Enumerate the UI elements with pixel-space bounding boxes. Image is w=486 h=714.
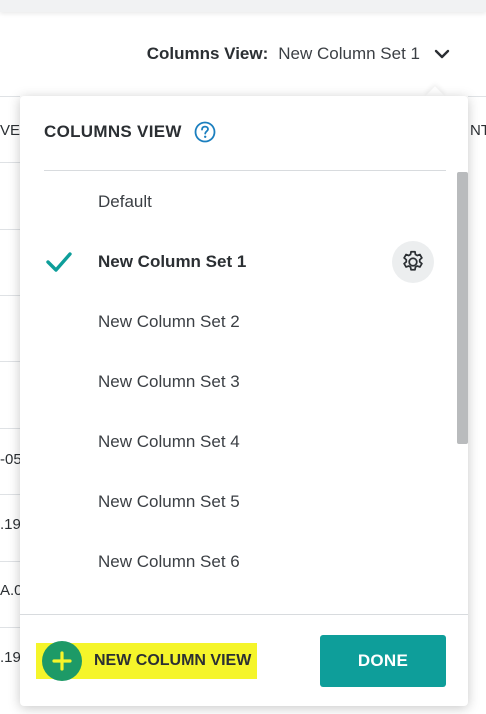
column-set-item-5[interactable]: New Column Set 5 [20, 472, 456, 532]
table-cell: NT [470, 122, 486, 139]
column-set-item-4[interactable]: New Column Set 4 [20, 412, 456, 472]
column-set-list: Default New Column Set 1 New Column Set … [20, 172, 456, 614]
checkmark-icon [44, 247, 74, 277]
column-set-item-1[interactable]: New Column Set 1 [20, 232, 456, 292]
new-column-view-label: NEW COLUMN VIEW [94, 652, 252, 669]
list-item-label: New Column Set 3 [98, 372, 240, 391]
table-cell: .19 [0, 649, 21, 666]
column-set-item-default[interactable]: Default [20, 172, 456, 232]
list-item-label: New Column Set 5 [98, 492, 240, 511]
column-set-item-3[interactable]: New Column Set 3 [20, 352, 456, 412]
popover-footer: NEW COLUMN VIEW DONE [20, 615, 468, 706]
list-item-label: New Column Set 4 [98, 432, 240, 451]
chevron-down-icon[interactable] [430, 42, 454, 66]
done-button[interactable]: DONE [320, 635, 446, 687]
table-divider [0, 494, 20, 495]
table-divider [0, 229, 20, 230]
question-circle-icon[interactable] [194, 121, 216, 143]
list-item-label: New Column Set 6 [98, 552, 240, 571]
table-divider [0, 627, 20, 628]
columns-view-selector[interactable]: Columns View: New Column Set 1 [147, 42, 486, 66]
list-item-label: Default [98, 192, 152, 211]
new-column-view-button[interactable]: NEW COLUMN VIEW [36, 641, 258, 681]
table-divider [468, 96, 486, 97]
table-cell: .19 [0, 516, 21, 533]
table-divider [0, 361, 20, 362]
table-divider [0, 96, 20, 97]
columns-view-label: Columns View: [146, 44, 269, 63]
plus-icon [42, 641, 82, 681]
table-divider [0, 428, 20, 429]
popover-title: COLUMNS VIEW [44, 122, 182, 141]
column-set-item-2[interactable]: New Column Set 2 [20, 292, 456, 352]
list-scrollbar[interactable] [457, 172, 468, 444]
list-item-label: New Column Set 1 [98, 252, 247, 271]
top-bar [0, 0, 486, 12]
column-set-item-6[interactable]: New Column Set 6 [20, 532, 456, 592]
table-cell: -05 [0, 451, 22, 468]
table-divider [0, 295, 20, 296]
table-divider [0, 561, 20, 562]
gear-icon[interactable] [392, 241, 434, 283]
table-divider [0, 162, 20, 163]
header-divider [44, 170, 446, 171]
columns-view-value[interactable]: New Column Set 1 [278, 44, 420, 64]
popover-header: COLUMNS VIEW [44, 120, 216, 144]
list-item-label: New Column Set 2 [98, 312, 240, 331]
columns-view-popover: COLUMNS VIEW Default New Column Set 1 Ne… [20, 96, 468, 706]
